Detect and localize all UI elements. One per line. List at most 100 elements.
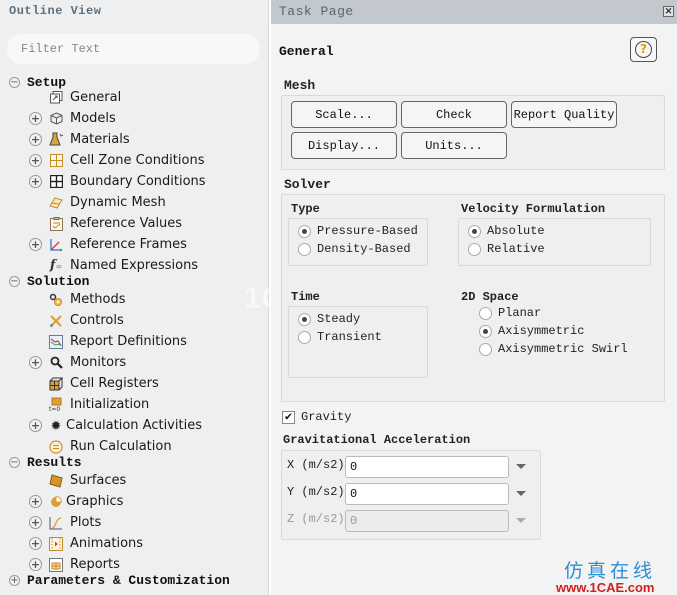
radio-indicator[interactable] <box>298 330 311 344</box>
close-icon[interactable]: ✕ <box>663 6 674 17</box>
tree-item-cell-zone-conditions[interactable]: + Cell Zone Conditions <box>29 150 204 171</box>
task-page-title: Task Page <box>279 4 354 19</box>
tree-item-report-definitions[interactable]: Report Definitions <box>48 331 187 352</box>
svg-text:t=0: t=0 <box>49 406 60 412</box>
tree-item-reference-frames[interactable]: + Reference Frames <box>29 234 187 255</box>
expand-icon[interactable]: + <box>9 575 20 586</box>
tree-category-parameters-customization[interactable]: + Parameters & Customization <box>9 570 230 591</box>
dynamic-mesh-icon <box>48 195 64 211</box>
tree-item-reference-values[interactable]: Reference Values <box>48 213 182 234</box>
radio-indicator[interactable] <box>479 306 492 320</box>
collapse-icon[interactable]: − <box>9 276 20 287</box>
cell-zone-grid-icon <box>48 153 64 169</box>
expand-icon[interactable]: + <box>29 516 42 529</box>
radio-indicator[interactable] <box>298 242 311 256</box>
expand-icon[interactable]: + <box>29 175 42 188</box>
radio-steady[interactable]: Steady <box>298 312 360 326</box>
tree-item-calculation-activities[interactable]: + ✹ Calculation Activities <box>29 415 202 436</box>
tree-item-plots[interactable]: + Plots <box>29 512 101 533</box>
controls-tools-icon <box>48 313 64 329</box>
expand-icon[interactable]: + <box>29 495 42 508</box>
category-label: Results <box>27 455 82 470</box>
monitors-magnifier-icon <box>48 355 64 371</box>
materials-flask-icon <box>48 132 64 148</box>
item-label: Materials <box>70 132 130 147</box>
tree-item-animations[interactable]: + Animations <box>29 533 143 554</box>
radio-axisymmetric[interactable]: Axisymmetric <box>479 324 584 338</box>
item-label: Report Definitions <box>70 334 187 349</box>
filter-text-input[interactable] <box>7 34 260 64</box>
initialization-icon: t=0 <box>48 397 64 413</box>
collapse-icon[interactable]: − <box>9 457 20 468</box>
tree-item-graphics[interactable]: + Graphics <box>29 491 123 512</box>
category-label: Parameters & Customization <box>27 573 230 588</box>
y-accel-input[interactable] <box>345 483 509 505</box>
item-label: Reference Values <box>70 216 183 231</box>
radio-axisymmetric-swirl[interactable]: Axisymmetric Swirl <box>479 342 628 356</box>
expand-icon[interactable]: + <box>29 356 42 369</box>
radio-label: Pressure-Based <box>317 224 418 238</box>
collapse-icon[interactable]: − <box>9 77 20 88</box>
scale-button[interactable]: Scale... <box>291 101 397 128</box>
tree-item-models[interactable]: + Models <box>29 108 116 129</box>
radio-indicator[interactable] <box>298 224 311 238</box>
expand-icon[interactable]: + <box>29 154 42 167</box>
radio-label: Absolute <box>487 224 545 238</box>
gravity-checkbox-row[interactable]: ✔ Gravity <box>282 410 351 424</box>
radio-transient[interactable]: Transient <box>298 330 382 344</box>
radio-planar[interactable]: Planar <box>479 306 541 320</box>
units-button[interactable]: Units... <box>401 132 507 159</box>
tree-item-controls[interactable]: Controls <box>48 310 124 331</box>
radio-indicator[interactable] <box>468 242 481 256</box>
radio-indicator[interactable] <box>468 224 481 238</box>
check-button[interactable]: Check <box>401 101 507 128</box>
report-definitions-chart-icon <box>48 334 64 350</box>
item-label: Reference Frames <box>70 237 187 252</box>
expand-icon[interactable]: + <box>29 537 42 550</box>
tree-item-initialization[interactable]: t=0 Initialization <box>48 394 149 415</box>
2d-space-label: 2D Space <box>461 290 519 304</box>
graphics-pie-icon <box>48 494 64 510</box>
expand-icon[interactable]: + <box>29 238 42 251</box>
velocity-formulation-label: Velocity Formulation <box>461 202 606 216</box>
radio-indicator[interactable] <box>479 324 492 338</box>
radio-absolute[interactable]: Absolute <box>468 224 545 238</box>
item-label: Initialization <box>70 397 150 412</box>
x-accel-label: X (m/s2) <box>287 458 345 472</box>
reference-values-clipboard-icon <box>48 216 64 232</box>
help-button[interactable]: ? <box>630 37 657 62</box>
x-accel-input[interactable] <box>345 456 509 478</box>
radio-relative[interactable]: Relative <box>468 242 545 256</box>
expand-icon[interactable]: + <box>29 133 42 146</box>
task-page-panel: Task Page ✕ General ? Mesh Scale... Chec… <box>271 0 677 595</box>
z-accel-label: Z (m/s2) <box>287 512 345 526</box>
report-quality-button[interactable]: Report Quality <box>511 101 617 128</box>
tree-item-dynamic-mesh[interactable]: Dynamic Mesh <box>48 192 166 213</box>
radio-density-based[interactable]: Density-Based <box>298 242 411 256</box>
radio-indicator[interactable] <box>298 312 311 326</box>
tree-item-methods[interactable]: Methods <box>48 289 126 310</box>
tree-item-cell-registers[interactable]: Cell Registers <box>48 373 159 394</box>
display-button[interactable]: Display... <box>291 132 397 159</box>
gravity-checkbox[interactable]: ✔ <box>282 410 295 424</box>
item-label: Monitors <box>70 355 127 370</box>
expand-icon[interactable]: + <box>29 112 42 125</box>
tree-item-general[interactable]: General <box>48 87 121 108</box>
tree-item-monitors[interactable]: + Monitors <box>29 352 126 373</box>
item-label: Cell Registers <box>70 376 159 391</box>
expand-icon[interactable]: + <box>29 419 42 432</box>
outline-view-panel: Outline View − Setup General + Models + … <box>0 0 268 595</box>
radio-indicator[interactable] <box>479 342 492 356</box>
tree-item-boundary-conditions[interactable]: + Boundary Conditions <box>29 171 206 192</box>
watermark-chinese-text: 仿真在线 <box>564 560 657 582</box>
item-label: Methods <box>70 292 126 307</box>
page-title: General <box>279 44 334 59</box>
radio-pressure-based[interactable]: Pressure-Based <box>298 224 418 238</box>
tree-item-materials[interactable]: + Materials <box>29 129 130 150</box>
x-accel-dropdown-icon[interactable] <box>516 464 526 469</box>
radio-label: Planar <box>498 306 542 320</box>
item-label: Dynamic Mesh <box>70 195 166 210</box>
y-accel-dropdown-icon[interactable] <box>516 491 526 496</box>
tree-item-surfaces[interactable]: Surfaces <box>48 470 126 491</box>
general-page-icon <box>48 90 64 106</box>
